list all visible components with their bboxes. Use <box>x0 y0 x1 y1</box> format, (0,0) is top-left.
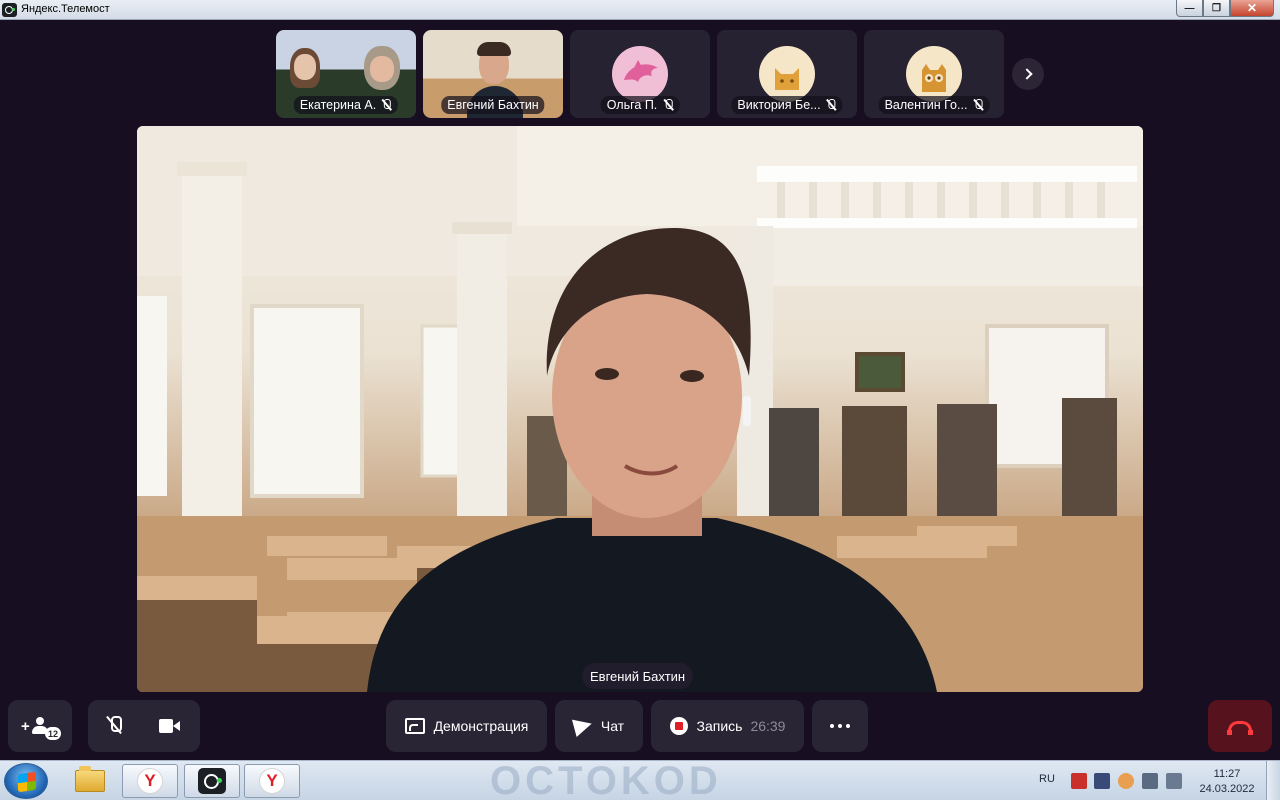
media-controls-group <box>88 700 200 752</box>
dolphin-icon <box>624 60 658 82</box>
yandex-browser-icon: Y <box>137 768 163 794</box>
close-icon: ✕ <box>1246 1 1258 15</box>
participant-name: Екатерина А. <box>299 98 377 112</box>
mic-off-icon <box>972 99 983 111</box>
more-dots-icon <box>830 724 850 728</box>
taskbar-explorer-button[interactable] <box>62 764 118 798</box>
end-call-button[interactable] <box>1208 700 1272 752</box>
taskbar-yandex-browser-button[interactable]: Y <box>122 764 178 798</box>
invite-participants-button[interactable]: + <box>8 700 72 752</box>
mic-off-icon[interactable] <box>107 716 122 736</box>
participant-video-hair <box>477 42 511 56</box>
window-controls: — ❐ ✕ <box>1176 0 1274 17</box>
participant-video-face <box>370 56 394 82</box>
hang-up-icon <box>1227 721 1253 735</box>
chevron-right-icon <box>1020 68 1033 80</box>
telemost-app-icon <box>2 3 17 17</box>
participant-tile-valentin[interactable]: Валентин Го... <box>864 30 1004 118</box>
participant-tile-ekaterina[interactable]: Екатерина А. <box>276 30 416 118</box>
participant-nameplate: Екатерина А. <box>293 96 399 114</box>
clock-time: 11:27 <box>1213 768 1241 780</box>
participants-next-button[interactable] <box>1012 58 1044 90</box>
participant-name: Евгений Бахтин <box>447 98 539 112</box>
clock-date: 24.03.2022 <box>1199 783 1255 795</box>
explorer-folder-icon <box>75 766 105 792</box>
telemost-icon <box>198 768 226 794</box>
notes-tray-icon[interactable] <box>1094 773 1110 789</box>
language-indicator[interactable]: RU <box>1039 773 1055 785</box>
windows-start-icon <box>18 771 36 793</box>
screen-share-button[interactable]: Демонстрация <box>386 700 547 752</box>
avatar <box>612 46 668 102</box>
avatar <box>759 46 815 102</box>
camera-icon[interactable] <box>159 719 181 733</box>
mic-off-icon <box>662 99 673 111</box>
avatar <box>906 46 962 102</box>
mic-off-icon <box>826 99 837 111</box>
participant-name: Ольга П. <box>606 98 658 112</box>
participant-video-face <box>294 54 316 80</box>
mic-off-icon <box>381 99 392 111</box>
record-icon <box>669 717 688 735</box>
window-title: Яндекс.Телемост <box>21 3 110 15</box>
send-icon <box>571 714 594 738</box>
participant-tile-olga[interactable]: Ольга П. <box>570 30 710 118</box>
cloud-tray-icon[interactable] <box>1118 773 1134 789</box>
close-button[interactable]: ✕ <box>1230 0 1274 17</box>
participant-nameplate: Валентин Го... <box>878 96 990 114</box>
cat-icon <box>775 68 799 90</box>
participant-tile-viktoria[interactable]: Виктория Бе... <box>717 30 857 118</box>
screen-share-icon <box>404 718 425 734</box>
chat-label: Чат <box>600 718 625 734</box>
taskbar-telemost-button[interactable] <box>184 764 240 798</box>
screen-share-label: Демонстрация <box>433 718 529 734</box>
windows-start-button[interactable] <box>4 763 48 799</box>
main-video-scene <box>137 126 1143 692</box>
participant-name: Виктория Бе... <box>737 98 821 112</box>
show-desktop-button[interactable] <box>1266 761 1280 800</box>
main-video[interactable] <box>137 126 1143 692</box>
participant-nameplate: Виктория Бе... <box>731 96 843 114</box>
network-tray-icon[interactable] <box>1142 773 1158 789</box>
yandex-browser-icon: Y <box>259 768 285 794</box>
record-label: Запись <box>696 718 743 734</box>
window-titlebar: Яндекс.Телемост — ❐ ✕ <box>0 0 1280 20</box>
record-button[interactable]: Запись 26:39 <box>651 700 804 752</box>
record-timer: 26:39 <box>750 718 786 734</box>
taskbar-yandex-browser-button-2[interactable]: Y <box>244 764 300 798</box>
chat-button[interactable]: Чат <box>555 700 643 752</box>
minimize-button[interactable]: — <box>1176 0 1203 17</box>
minimize-icon: — <box>1184 2 1195 14</box>
participant-nameplate: Евгений Бахтин <box>441 96 545 114</box>
owl-icon <box>922 64 946 92</box>
speaker-nameplate: Евгений Бахтин <box>582 663 694 689</box>
maximize-icon: ❐ <box>1212 2 1221 14</box>
participant-name: Валентин Го... <box>884 98 968 112</box>
participant-tile-evgeniy[interactable]: Евгений Бахтин <box>423 30 563 118</box>
taskbar-clock[interactable]: 11:27 24.03.2022 <box>1196 767 1258 797</box>
maximize-button[interactable]: ❐ <box>1203 0 1230 17</box>
acrobat-tray-icon[interactable] <box>1071 773 1087 789</box>
participant-count-badge: 12 <box>45 727 61 740</box>
participant-nameplate: Ольга П. <box>600 96 680 114</box>
windows-taskbar: OCTOKOD Y Y RU 11:27 24.03.2022 <box>0 760 1280 800</box>
more-options-button[interactable] <box>812 700 868 752</box>
volume-tray-icon[interactable] <box>1166 773 1182 789</box>
taskbar-watermark: OCTOKOD <box>490 759 722 800</box>
